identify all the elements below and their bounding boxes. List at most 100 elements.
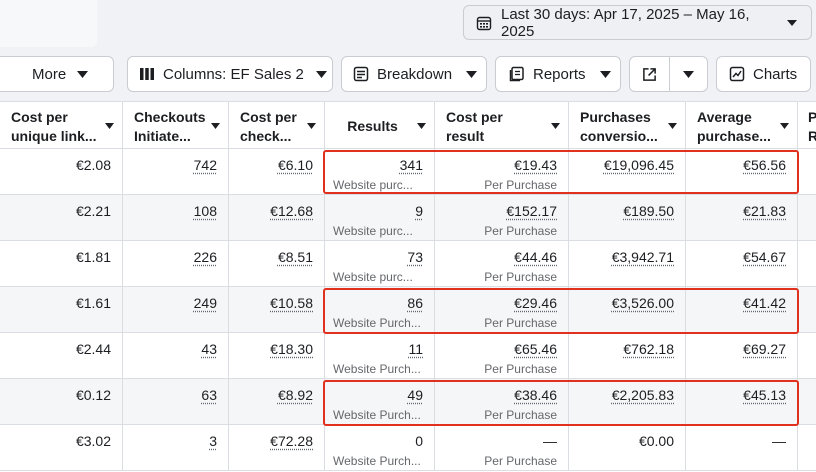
cell-results: 49 Website Purch... [325,379,435,425]
table-row[interactable]: €2.44 43 €18.30 11 Website Purch... €65.46 Per… [0,333,816,379]
chevron-down-icon [315,70,327,78]
column-header-results[interactable]: Results [325,102,435,148]
cell-checkouts-initiated-value[interactable]: 226 [194,249,217,265]
cell-results: 0 Website Purch... [325,425,435,471]
sort-icon [417,123,426,129]
cell-cost-per-checkout-value[interactable]: €10.58 [270,295,313,311]
cell-checkouts-initiated-value[interactable]: 43 [201,341,217,357]
cell-cost-per-unique-link-value: €3.02 [75,433,111,449]
cell-purchases-conversion-value[interactable]: €762.18 [623,341,674,357]
table-row[interactable]: €1.61 249 €10.58 86 Website Purch... €29.46 Pe… [0,287,816,333]
breakdown-button[interactable]: Breakdown [341,56,487,92]
cell-cost-per-checkout-value[interactable]: €18.30 [270,341,313,357]
column-header-truncated[interactable]: P R [798,102,816,148]
cell-cost-per-checkout-value[interactable]: €8.92 [278,387,313,403]
charts-button[interactable]: Charts [716,56,811,92]
table-row[interactable]: €1.81 226 €8.51 73 Website purc... €44.46 Per … [0,241,816,287]
breakdown-label: Breakdown [377,65,453,83]
cell-results-subtext: Website Purch... [333,454,421,468]
cell-cost-per-result: €19.43 Per Purchase [435,149,569,195]
cell-purchases-conversion-value[interactable]: €3,526.00 [612,295,674,311]
export-button[interactable] [630,57,670,91]
cell-checkouts-initiated: 63 [123,379,229,425]
column-header-purchases-conversion[interactable]: Purchases conversio... [569,102,686,148]
cell-average-purchase: €69.27 [686,333,798,379]
column-header-cost-per-unique-link[interactable]: Cost per unique link... [0,102,123,148]
column-header-cost-per-checkout[interactable]: Cost per check... [229,102,325,148]
chevron-down-icon [683,70,694,78]
table-row[interactable]: €2.08 742 €6.10 341 Website purc... €19.43 Per… [0,149,816,195]
cell-checkouts-initiated-value[interactable]: 249 [194,295,217,311]
cell-checkouts-initiated: 43 [123,333,229,379]
cell-checkouts-initiated-value[interactable]: 108 [194,203,217,219]
cell-truncated [798,333,816,379]
cell-cost-per-checkout-value[interactable]: €12.68 [270,203,313,219]
cell-cost-per-result-value[interactable]: €65.46 [514,341,557,357]
cell-purchases-conversion-value[interactable]: €2,205.83 [612,387,674,403]
sort-icon [780,123,789,129]
cell-purchases-conversion: €3,526.00 [569,287,686,333]
cell-truncated [798,195,816,241]
cell-checkouts-initiated: 742 [123,149,229,195]
cell-checkouts-initiated: 249 [123,287,229,333]
cell-checkouts-initiated-value[interactable]: 742 [194,157,217,173]
column-header-checkouts-initiated[interactable]: Checkouts Initiate... [123,102,229,148]
cell-checkouts-initiated-value[interactable]: 63 [201,387,217,403]
cell-results-value[interactable]: 49 [407,387,423,403]
cell-checkouts-initiated: 108 [123,195,229,241]
reports-button[interactable]: Reports [495,56,621,92]
cell-purchases-conversion: €19,096.45 [569,149,686,195]
ads-results-table: Cost per unique link... Checkouts Initia… [0,101,816,472]
cell-cost-per-result-value[interactable]: €38.46 [514,387,557,403]
cell-cost-per-checkout-value[interactable]: €8.51 [278,249,313,265]
cell-cost-per-result-value[interactable]: €29.46 [514,295,557,311]
cell-results-value[interactable]: 341 [400,157,423,173]
cell-results-subtext: Website purc... [333,224,413,238]
cell-average-purchase-value[interactable]: €56.56 [743,157,786,173]
cell-cost-per-result-subtext: Per Purchase [484,408,557,422]
cell-cost-per-result: — Per Purchase [435,425,569,471]
cell-cost-per-checkout-value[interactable]: €6.10 [278,157,313,173]
chevron-down-icon [466,70,478,78]
cell-results: 11 Website Purch... [325,333,435,379]
table-row[interactable]: €3.02 3 €72.28 0 Website Purch... — Per Purcha… [0,425,816,471]
date-range-picker[interactable]: Last 30 days: Apr 17, 2025 – May 16, 202… [463,5,812,40]
cell-cost-per-checkout-value[interactable]: €72.28 [270,433,313,449]
cell-results-value[interactable]: 11 [408,341,423,357]
cell-results: 86 Website Purch... [325,287,435,333]
cell-average-purchase-value[interactable]: €69.27 [743,341,786,357]
cell-results-value[interactable]: 9 [415,203,423,219]
table-row[interactable]: €2.21 108 €12.68 9 Website purc... €152.17 Per… [0,195,816,241]
cell-checkouts-initiated-value[interactable]: 3 [209,433,217,449]
sort-icon [668,123,677,129]
sort-icon [551,123,560,129]
cell-purchases-conversion-value[interactable]: €189.50 [623,203,674,219]
cell-purchases-conversion: €0.00 [569,425,686,471]
cell-purchases-conversion-value[interactable]: €19,096.45 [604,157,674,173]
cell-cost-per-checkout: €6.10 [229,149,325,195]
cell-cost-per-result-value[interactable]: €44.46 [514,249,557,265]
cell-cost-per-unique-link: €2.08 [0,149,123,195]
cell-average-purchase-value[interactable]: €41.42 [743,295,786,311]
column-header-cost-per-result[interactable]: Cost per result [435,102,569,148]
cell-cost-per-result-value[interactable]: €152.17 [506,203,557,219]
cell-checkouts-initiated: 3 [123,425,229,471]
cell-results-value: 0 [415,433,423,449]
table-row[interactable]: €0.12 63 €8.92 49 Website Purch... €38.46 Per … [0,379,816,425]
cell-average-purchase-value[interactable]: €45.13 [743,387,786,403]
cell-purchases-conversion-value: €0.00 [638,433,674,449]
cell-average-purchase-value[interactable]: €54.67 [743,249,786,265]
cell-results-subtext: Website Purch... [333,408,421,422]
export-dropdown-button[interactable] [670,57,707,91]
columns-button[interactable]: Columns: EF Sales 2 [127,56,333,92]
column-header-average-purchase[interactable]: Average purchase... [686,102,798,148]
more-button[interactable]: More [0,56,114,92]
cell-results-value[interactable]: 86 [407,295,423,311]
breakdown-icon [353,66,369,82]
cell-results-value[interactable]: 73 [407,249,423,265]
cell-purchases-conversion-value[interactable]: €3,942.71 [612,249,674,265]
cell-cost-per-checkout: €18.30 [229,333,325,379]
calendar-icon [476,16,492,30]
cell-cost-per-result-value[interactable]: €19.43 [514,157,557,173]
cell-average-purchase-value[interactable]: €21.83 [743,203,786,219]
